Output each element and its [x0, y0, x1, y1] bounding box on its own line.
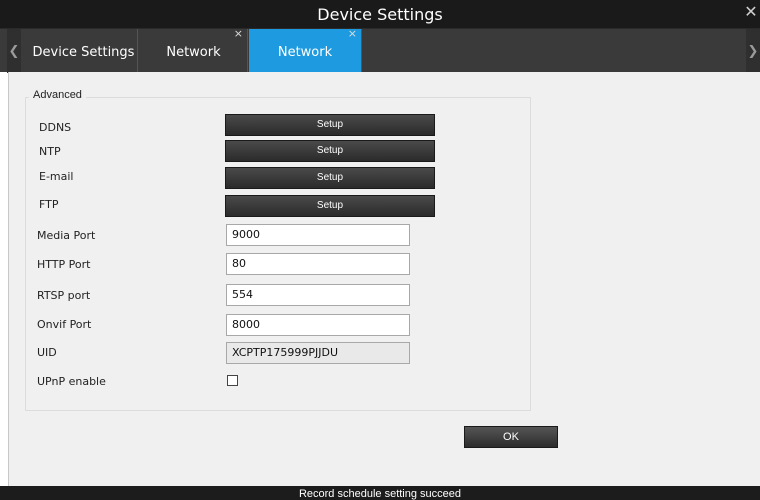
status-message: Record schedule setting succeed: [298, 488, 462, 500]
media-port-input[interactable]: 9000: [226, 224, 410, 246]
title-bar: Device Settings ✕: [0, 0, 760, 28]
tab-scroll-left-icon[interactable]: ❮: [7, 29, 21, 73]
close-icon[interactable]: ✕: [744, 3, 758, 23]
rtsp-port-label: RTSP port: [37, 289, 91, 302]
uid-label: UID: [37, 346, 57, 359]
media-port-label: Media Port: [37, 229, 96, 242]
ftp-setup-button[interactable]: Setup: [225, 195, 435, 217]
email-setup-button[interactable]: Setup: [225, 167, 435, 189]
tab-bar: ❮ Device Settings × Network General × Ne…: [0, 27, 760, 108]
ftp-label: FTP: [39, 198, 59, 211]
ddns-setup-button[interactable]: Setup: [225, 114, 435, 136]
tab-close-icon[interactable]: ×: [234, 12, 243, 56]
tab-device-settings[interactable]: Device Settings: [30, 29, 138, 73]
uid-field: XCPTP175999PJJDU: [226, 342, 410, 364]
ok-button[interactable]: OK: [464, 426, 558, 448]
window-title: Device Settings: [317, 5, 443, 24]
status-bar: Record schedule setting succeed: [0, 486, 760, 500]
http-port-label: HTTP Port: [37, 258, 91, 271]
tab-scroll-right-icon[interactable]: ❯: [746, 29, 760, 73]
tab-network-general[interactable]: × Network General: [140, 27, 248, 108]
http-port-input[interactable]: 80: [226, 253, 410, 275]
ntp-label: NTP: [39, 145, 61, 158]
upnp-label: UPnP enable: [37, 375, 106, 388]
tab-close-icon[interactable]: ×: [348, 12, 357, 56]
advanced-legend: Advanced: [29, 89, 86, 101]
ntp-setup-button[interactable]: Setup: [225, 140, 435, 162]
onvif-port-label: Onvif Port: [37, 318, 92, 331]
ddns-label: DDNS: [39, 121, 72, 134]
email-label: E-mail: [39, 170, 74, 183]
settings-panel: Advanced DDNS Setup NTP Setup E-mail Set…: [8, 72, 760, 486]
upnp-checkbox[interactable]: [227, 375, 238, 386]
tab-network-advanced[interactable]: × Network Advanced: [249, 27, 362, 108]
tab-label: Device Settings: [32, 45, 135, 60]
onvif-port-input[interactable]: 8000: [226, 314, 410, 336]
rtsp-port-input[interactable]: 554: [226, 284, 410, 306]
